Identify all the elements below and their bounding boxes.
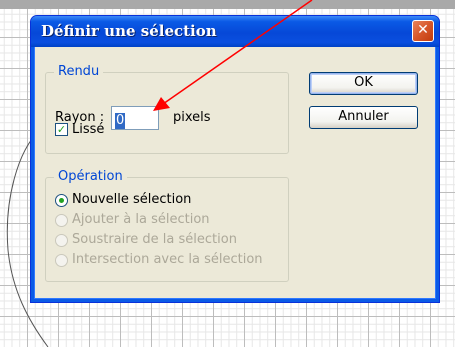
dialog-title: Définir une sélection: [41, 22, 217, 40]
radius-input[interactable]: 0: [111, 106, 159, 130]
radio-intersect-selection[interactable]: [55, 254, 68, 267]
define-selection-dialog: Définir une sélection ✕ Rendu Rayon : 0 …: [30, 15, 440, 303]
ok-button[interactable]: OK: [309, 72, 418, 95]
radio-subtract-selection[interactable]: [55, 234, 68, 247]
option-intersect-selection-label: Intersection avec la sélection: [72, 252, 263, 267]
close-icon[interactable]: ✕: [412, 20, 434, 42]
radius-unit: pixels: [173, 110, 211, 125]
cancel-button[interactable]: Annuler: [309, 106, 418, 129]
smooth-label: Lissé: [72, 122, 105, 137]
smooth-checkbox[interactable]: ✓: [55, 123, 68, 136]
radio-new-selection[interactable]: [55, 194, 68, 207]
operation-legend: Opération: [54, 169, 127, 184]
option-new-selection-label: Nouvelle sélection: [72, 192, 192, 207]
dialog-titlebar[interactable]: Définir une sélection ✕: [31, 16, 439, 47]
radius-value: 0: [115, 113, 126, 129]
option-subtract-selection-label: Soustraire de la sélection: [72, 232, 237, 247]
radio-add-selection[interactable]: [55, 214, 68, 227]
rendu-legend: Rendu: [54, 64, 104, 79]
option-add-selection-label: Ajouter à la sélection: [72, 212, 210, 227]
